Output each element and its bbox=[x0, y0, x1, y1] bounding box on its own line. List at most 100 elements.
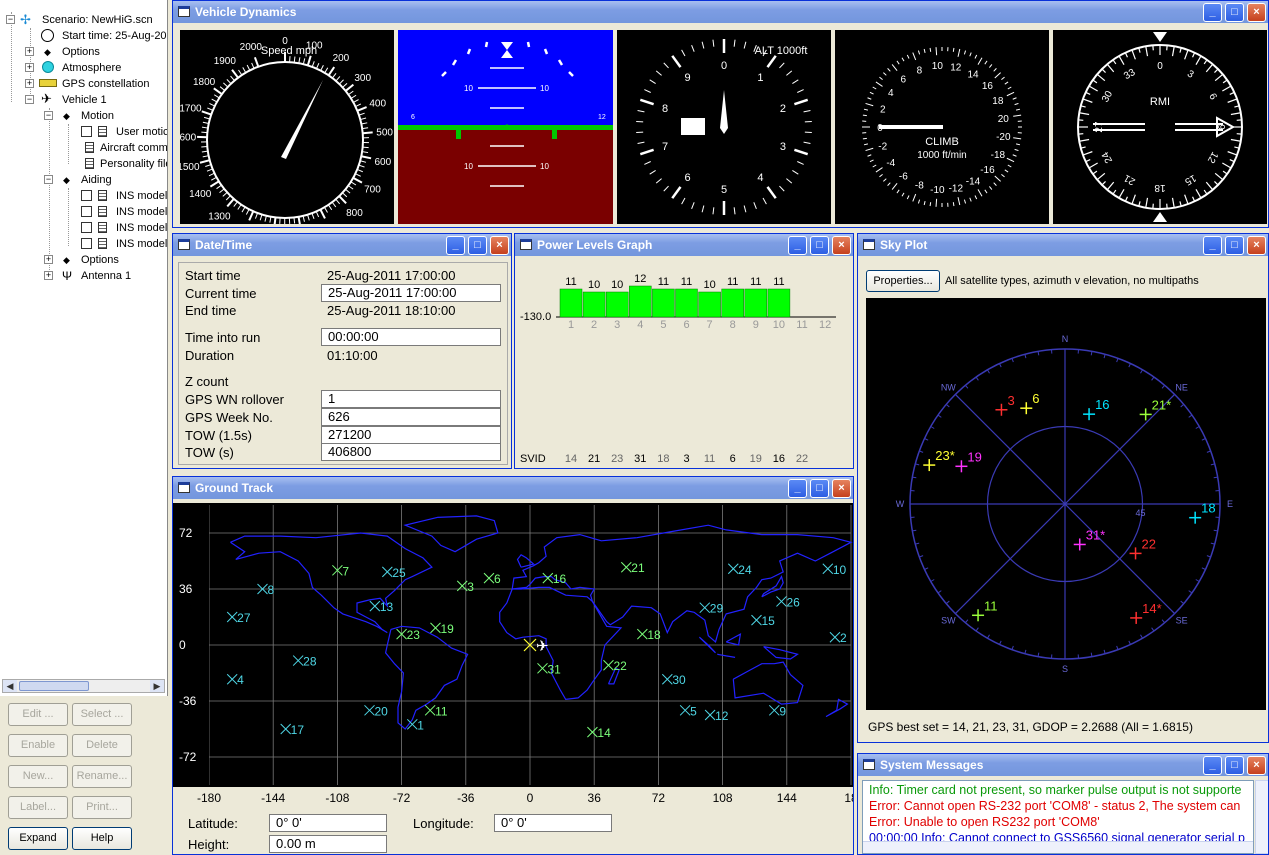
tow-s-field[interactable]: 406800 bbox=[321, 443, 501, 461]
speed-tick bbox=[209, 102, 215, 107]
help-button[interactable]: Help bbox=[72, 827, 132, 850]
power-bar bbox=[744, 288, 768, 318]
azimuth-tick bbox=[937, 590, 942, 594]
scroll-right-icon[interactable]: ▶ bbox=[150, 680, 164, 692]
altimeter-tick bbox=[681, 197, 686, 205]
azimuth-tick bbox=[1188, 590, 1193, 594]
close-icon[interactable]: × bbox=[832, 479, 851, 498]
close-icon[interactable]: × bbox=[1247, 756, 1266, 775]
maximize-icon[interactable]: □ bbox=[810, 236, 829, 255]
minimize-icon[interactable]: _ bbox=[788, 479, 807, 498]
svid-value: 18 bbox=[657, 453, 669, 465]
minimize-icon[interactable]: _ bbox=[1203, 756, 1222, 775]
maximize-icon[interactable]: □ bbox=[468, 236, 487, 255]
enable-button[interactable]: Enable bbox=[8, 734, 68, 757]
maximize-icon[interactable]: □ bbox=[1225, 3, 1244, 22]
azimuth-tick bbox=[937, 414, 942, 418]
altimeter-tick bbox=[644, 89, 651, 93]
latitude-field[interactable]: 0° 0' bbox=[269, 814, 387, 832]
satellite-label: 17 bbox=[291, 723, 305, 737]
speed-tick-label: 1900 bbox=[214, 56, 237, 67]
altimeter-tick bbox=[712, 39, 715, 47]
messages-list[interactable]: Info: Timer card not present, so marker … bbox=[862, 780, 1254, 854]
speed-tick bbox=[307, 214, 310, 221]
rmi-tick bbox=[1145, 197, 1149, 208]
climb-tick bbox=[865, 102, 874, 107]
enable-checkbox[interactable] bbox=[81, 190, 92, 201]
minimize-icon[interactable]: _ bbox=[1203, 3, 1222, 22]
height-field[interactable]: 0.00 m bbox=[269, 835, 387, 853]
azimuth-tick bbox=[915, 463, 920, 466]
close-icon[interactable]: × bbox=[832, 236, 851, 255]
current-time-field[interactable]: 25-Aug-2011 17:00:00 bbox=[321, 284, 501, 302]
enable-checkbox[interactable] bbox=[81, 222, 92, 233]
window-titlebar[interactable]: Date/Time _ □ × bbox=[173, 234, 511, 256]
time-into-run-field[interactable]: 00:00:00 bbox=[321, 328, 501, 346]
minimize-icon[interactable]: _ bbox=[446, 236, 465, 255]
messages-vertical-scrollbar[interactable] bbox=[1255, 780, 1268, 854]
messages-horizontal-scrollbar[interactable] bbox=[863, 841, 1253, 853]
window-titlebar[interactable]: Vehicle Dynamics _ □ × bbox=[173, 1, 1268, 23]
window-titlebar[interactable]: Power Levels Graph _ □ × bbox=[515, 234, 853, 256]
minimize-icon[interactable]: _ bbox=[788, 236, 807, 255]
altimeter-tick bbox=[671, 186, 682, 199]
wn-rollover-field[interactable]: 1 bbox=[321, 390, 501, 408]
delete-button[interactable]: Delete bbox=[72, 734, 132, 757]
select-button[interactable]: Select ... bbox=[72, 703, 132, 726]
label-button[interactable]: Label... bbox=[8, 796, 68, 819]
properties-button[interactable]: Properties... bbox=[866, 270, 940, 292]
longitude-label: Longitude: bbox=[413, 816, 474, 831]
svid-value: 14 bbox=[565, 453, 577, 465]
print-button[interactable]: Print... bbox=[72, 796, 132, 819]
window-titlebar[interactable]: Ground Track _ □ × bbox=[173, 477, 853, 499]
close-icon[interactable]: × bbox=[1247, 236, 1266, 255]
new-button[interactable]: New... bbox=[8, 765, 68, 788]
maximize-icon[interactable]: □ bbox=[1225, 756, 1244, 775]
tow-15s-field[interactable]: 271200 bbox=[321, 426, 501, 444]
enable-checkbox[interactable] bbox=[81, 238, 92, 249]
rmi-tick bbox=[1145, 46, 1149, 57]
rename-button[interactable]: Rename... bbox=[72, 765, 132, 788]
close-icon[interactable]: × bbox=[1247, 3, 1266, 22]
enable-checkbox[interactable] bbox=[81, 126, 92, 137]
tree-horizontal-scrollbar[interactable]: ◀ ▶ bbox=[2, 679, 165, 693]
duration-value: 01:10:00 bbox=[327, 348, 378, 363]
speed-tick bbox=[347, 185, 354, 190]
horizon-display: 6 12 10 10 10 10 bbox=[398, 30, 613, 224]
climb-tick-label: 2 bbox=[880, 105, 886, 116]
climb-tick bbox=[1004, 81, 1009, 85]
enable-checkbox[interactable] bbox=[81, 206, 92, 217]
maximize-icon[interactable]: □ bbox=[810, 479, 829, 498]
climb-tick bbox=[867, 97, 872, 100]
minimize-icon[interactable]: _ bbox=[1203, 236, 1222, 255]
climb-tick bbox=[969, 52, 972, 57]
compass-label: NE bbox=[1175, 382, 1188, 392]
window-titlebar[interactable]: System Messages _ □ × bbox=[858, 754, 1268, 776]
climb-tick bbox=[923, 48, 926, 54]
scrollbar-thumb[interactable] bbox=[19, 681, 89, 691]
power-level-label: 11 bbox=[565, 276, 576, 288]
scroll-left-icon[interactable]: ◀ bbox=[3, 680, 17, 692]
expand-button[interactable]: Expand bbox=[8, 827, 68, 850]
edit-button[interactable]: Edit ... bbox=[8, 703, 68, 726]
rmi-tick bbox=[1214, 68, 1219, 73]
rmi-tick bbox=[1112, 189, 1117, 195]
duration-label: Duration bbox=[185, 348, 235, 363]
climb-tick bbox=[977, 189, 983, 197]
altimeter-tick bbox=[792, 79, 799, 85]
gps-week-field[interactable]: 626 bbox=[321, 408, 501, 426]
rmi-tick bbox=[1203, 59, 1208, 65]
longitude-field[interactable]: 0° 0' bbox=[494, 814, 612, 832]
maximize-icon[interactable]: □ bbox=[1225, 236, 1244, 255]
system-messages-window: System Messages _ □ × Info: Timer card n… bbox=[857, 753, 1269, 855]
vehicle-icon: ✈ bbox=[536, 638, 549, 655]
speed-tick bbox=[259, 214, 263, 221]
altimeter-gauge: ALT 1000ft 0 1 2 3 4 5 6 7 8 9 bbox=[617, 30, 831, 224]
speed-tick bbox=[219, 188, 225, 194]
azimuth-tick bbox=[1206, 555, 1211, 558]
speed-tick bbox=[361, 122, 368, 125]
window-titlebar[interactable]: Sky Plot _ □ × bbox=[858, 234, 1268, 256]
close-icon[interactable]: × bbox=[490, 236, 509, 255]
scenario-tree[interactable]: − ✢ Scenario: NewHiG.scn Start time: 25-… bbox=[0, 0, 168, 696]
climb-gauge: CLIMB 1000 ft/min 02468101214161820-20-1… bbox=[835, 30, 1049, 224]
